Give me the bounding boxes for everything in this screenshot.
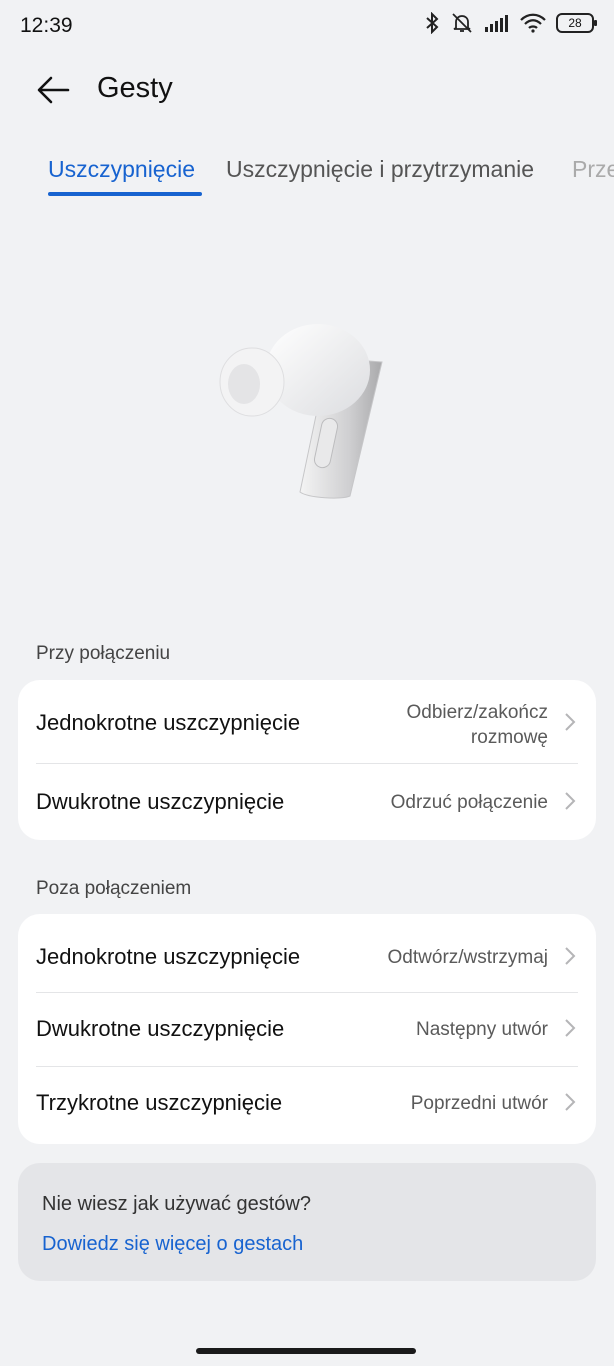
- signal-icon: [485, 15, 508, 32]
- wifi-icon: [520, 13, 546, 33]
- tab-pinch-and-hold[interactable]: Uszczypnięcie i przytrzymanie: [226, 156, 534, 183]
- row-value: Odrzuć połączenie: [390, 792, 548, 813]
- during-call-card: Jednokrotne uszczypnięcie Odbierz/zakońc…: [18, 680, 596, 840]
- row-label: Dwukrotne uszczypnięcie: [36, 789, 285, 814]
- chevron-right-icon: [565, 1093, 576, 1111]
- status-icons: 28: [424, 12, 597, 34]
- app-header: Gesty: [0, 60, 614, 120]
- row-label: Trzykrotne uszczypnięcie: [36, 1090, 283, 1115]
- setting-row-single-pinch[interactable]: Jednokrotne uszczypnięcie Odtwórz/wstrzy…: [18, 914, 596, 992]
- row-value: Odtwórz/wstrzymaj: [387, 947, 548, 968]
- outside-call-card: Jednokrotne uszczypnięcie Odtwórz/wstrzy…: [18, 914, 596, 1144]
- chevron-right-icon: [565, 1019, 576, 1037]
- section-label-during-call: Przy połączeniu: [36, 643, 171, 664]
- chevron-right-icon: [565, 792, 576, 810]
- tab-next[interactable]: Prze: [572, 156, 614, 183]
- gestures-screen: 12:39 28 Gesty Uszczypnięcie Uszczypnięc…: [0, 0, 614, 1366]
- setting-row-double-pinch[interactable]: Dwukrotne uszczypnięcie Następny utwór: [18, 992, 596, 1066]
- battery-icon: 28: [556, 13, 597, 33]
- row-label: Jednokrotne uszczypnięcie: [36, 944, 301, 969]
- setting-row-double-pinch-call[interactable]: Dwukrotne uszczypnięcie Odrzuć połączeni…: [18, 763, 596, 840]
- tab-pinch[interactable]: Uszczypnięcie: [48, 156, 195, 183]
- row-label: Dwukrotne uszczypnięcie: [36, 1016, 285, 1041]
- tab-bar: Uszczypnięcie Uszczypnięcie i przytrzyma…: [0, 150, 614, 200]
- row-value-line2: rozmowę: [470, 727, 548, 748]
- battery-level: 28: [568, 16, 582, 30]
- status-bar: 12:39 28: [0, 0, 614, 54]
- page-title: Gesty: [97, 72, 173, 104]
- learn-more-link[interactable]: Dowiedz się więcej o gestach: [42, 1233, 303, 1256]
- row-value-line1: Odbierz/zakończ: [406, 702, 548, 723]
- earbud-image: [219, 324, 383, 499]
- back-button[interactable]: [30, 70, 76, 110]
- section-label-outside-call: Poza połączeniem: [36, 878, 192, 899]
- row-value: Odbierz/zakończ rozmowę: [406, 700, 548, 750]
- arrow-left-icon: [37, 76, 70, 104]
- row-label: Jednokrotne uszczypnięcie: [36, 710, 301, 735]
- help-question: Nie wiesz jak używać gestów?: [42, 1193, 311, 1215]
- bluetooth-icon: [426, 12, 439, 34]
- row-value: Następny utwór: [415, 1019, 548, 1040]
- setting-row-single-pinch-call[interactable]: Jednokrotne uszczypnięcie Odbierz/zakońc…: [18, 680, 596, 763]
- gesture-help-card: Nie wiesz jak używać gestów? Dowiedz się…: [18, 1163, 596, 1281]
- chevron-right-icon: [565, 947, 576, 965]
- row-value: Poprzedni utwór: [410, 1093, 548, 1114]
- home-indicator[interactable]: [196, 1348, 416, 1354]
- muted-bell-icon: [452, 13, 472, 33]
- chevron-right-icon: [565, 713, 576, 731]
- status-time: 12:39: [20, 14, 73, 37]
- tab-active-indicator: [48, 192, 202, 196]
- setting-row-triple-pinch[interactable]: Trzykrotne uszczypnięcie Poprzedni utwór: [18, 1066, 596, 1144]
